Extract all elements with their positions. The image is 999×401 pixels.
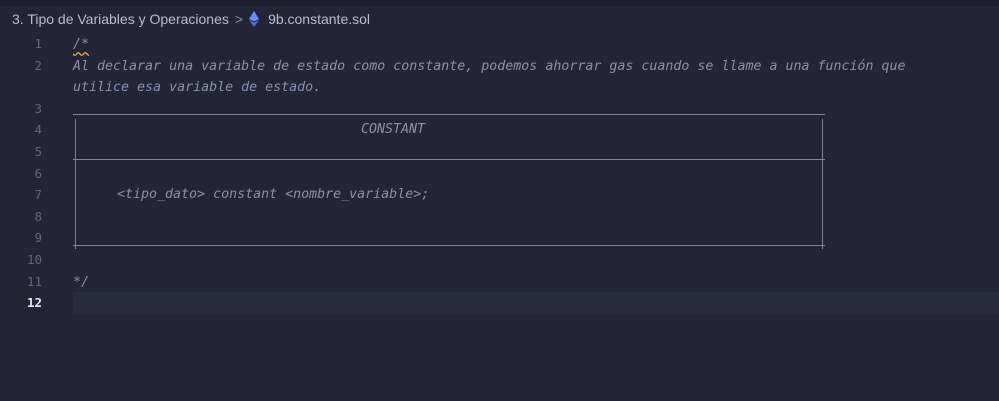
line-number: 9 <box>34 230 42 246</box>
box-border-left <box>75 119 76 141</box>
ascii-box-top[interactable] <box>73 98 999 120</box>
editor-line: 10 <box>0 249 999 271</box>
line-number: 3 <box>34 100 42 116</box>
breadcrumb-separator: > <box>234 11 244 27</box>
line-number: 12 <box>26 295 42 311</box>
code-line[interactable]: Al declarar una variable de estado como … <box>73 59 906 74</box>
line-number: 5 <box>34 143 42 159</box>
ascii-box-row[interactable]: <tipo_dato> constant <nombre_variable>; <box>73 184 999 206</box>
breadcrumb: 3. Tipo de Variables y Operaciones > 9b.… <box>0 6 999 32</box>
box-border-bottom <box>73 244 825 246</box>
box-border-right <box>822 227 823 249</box>
editor-line: 4 CONSTANT <box>0 119 999 141</box>
line-number: 11 <box>26 273 42 289</box>
box-border-left <box>75 205 76 228</box>
box-border-left <box>75 162 76 185</box>
box-separator-line <box>73 158 825 160</box>
line-number <box>0 76 42 98</box>
editor-line: 2 Al declarar una variable de estado com… <box>0 55 999 77</box>
ascii-box-row[interactable] <box>73 205 999 228</box>
constant-syntax: <tipo_dato> constant <nombre_variable>; <box>117 187 430 203</box>
editor-current-line: 12 <box>0 292 999 314</box>
editor-line: 5 <box>0 140 999 163</box>
code-line[interactable]: /* <box>73 37 89 52</box>
box-border-left <box>75 184 76 206</box>
line-number: 6 <box>34 165 42 181</box>
ethereum-icon <box>249 11 260 27</box>
ascii-box-bottom[interactable] <box>73 227 999 249</box>
line-number: 4 <box>34 122 42 138</box>
editor-line-wrapped: utilice esa variable de estado. <box>0 76 999 98</box>
ascii-box-separator[interactable] <box>73 140 999 163</box>
line-number: 2 <box>34 57 42 73</box>
box-border-right <box>822 184 823 206</box>
editor-line: 3 <box>0 98 999 120</box>
code-line[interactable]: */ <box>73 275 89 290</box>
editor-line: 9 <box>0 227 999 249</box>
code-editor[interactable]: 1 /* 2 Al declarar una variable de estad… <box>0 33 999 314</box>
ascii-box-row[interactable] <box>73 162 999 185</box>
ascii-box-title-row[interactable]: CONSTANT <box>73 119 999 141</box>
editor-line: 8 <box>0 205 999 228</box>
editor-line: 1 /* <box>0 33 999 55</box>
box-border-top <box>73 114 825 116</box>
code-line[interactable]: utilice esa variable de estado. <box>73 80 321 95</box>
editor-line: 11 */ <box>0 271 999 293</box>
editor-line: 6 <box>0 162 999 185</box>
box-title: CONSTANT <box>361 122 426 138</box>
box-border-right <box>822 119 823 141</box>
line-number: 1 <box>34 36 42 51</box>
box-border-right <box>822 162 823 185</box>
box-border-right <box>822 140 823 163</box>
line-number: 7 <box>34 187 42 203</box>
box-border-right <box>822 205 823 228</box>
editor-line: 7 <tipo_dato> constant <nombre_variable>… <box>0 184 999 206</box>
line-number: 8 <box>34 208 42 224</box>
breadcrumb-folder[interactable]: 3. Tipo de Variables y Operaciones <box>12 11 229 27</box>
breadcrumb-file[interactable]: 9b.constante.sol <box>268 11 370 27</box>
line-number: 10 <box>26 251 42 267</box>
